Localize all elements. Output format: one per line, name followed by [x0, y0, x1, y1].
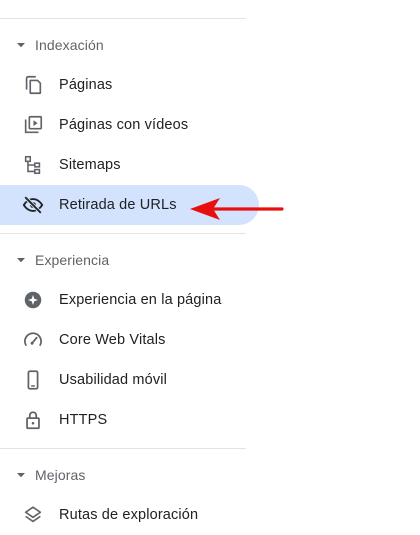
nav-item-label: Sitemaps: [59, 157, 121, 173]
nav-item-label: Core Web Vitals: [59, 332, 166, 348]
section-header-experiencia[interactable]: Experiencia: [0, 247, 246, 273]
section-header-indexacion[interactable]: Indexación: [0, 32, 246, 58]
eye-off-icon: [21, 193, 45, 217]
gauge-icon: [21, 328, 45, 352]
nav-item-rutas-de-exploracion[interactable]: Rutas de exploración: [0, 495, 259, 535]
video-pages-icon: [21, 113, 45, 137]
caret-down-icon: [17, 43, 25, 48]
nav-item-label: Páginas: [59, 77, 113, 93]
nav-item-sitemaps[interactable]: Sitemaps: [0, 145, 259, 185]
nav-item-https[interactable]: HTTPS: [0, 400, 259, 440]
nav-item-experiencia-en-la-pagina[interactable]: Experiencia en la página: [0, 280, 259, 320]
nav-item-core-web-vitals[interactable]: Core Web Vitals: [0, 320, 259, 360]
page-experience-icon: [21, 288, 45, 312]
mobile-phone-icon: [21, 368, 45, 392]
nav-item-paginas[interactable]: Páginas: [0, 65, 259, 105]
annotation-arrow-icon: [190, 198, 284, 220]
lock-icon: [21, 408, 45, 432]
sitemap-icon: [21, 153, 45, 177]
layers-icon: [21, 503, 45, 527]
divider: [0, 448, 246, 449]
divider: [0, 18, 246, 19]
nav-item-label: Rutas de exploración: [59, 507, 199, 523]
divider: [0, 233, 246, 234]
nav-item-label: Experiencia en la página: [59, 292, 222, 308]
caret-down-icon: [17, 258, 25, 263]
nav-item-label: Páginas con vídeos: [59, 117, 189, 133]
section-header-mejoras[interactable]: Mejoras: [0, 462, 246, 488]
section-title: Mejoras: [35, 467, 86, 483]
section-title: Indexación: [35, 37, 104, 53]
nav-item-label: HTTPS: [59, 412, 108, 428]
caret-down-icon: [17, 473, 25, 478]
nav-item-usabilidad-movil[interactable]: Usabilidad móvil: [0, 360, 259, 400]
nav-item-label: Retirada de URLs: [59, 197, 177, 213]
pages-icon: [21, 73, 45, 97]
nav-item-paginas-con-videos[interactable]: Páginas con vídeos: [0, 105, 259, 145]
section-title: Experiencia: [35, 252, 110, 268]
nav-item-label: Usabilidad móvil: [59, 372, 167, 388]
